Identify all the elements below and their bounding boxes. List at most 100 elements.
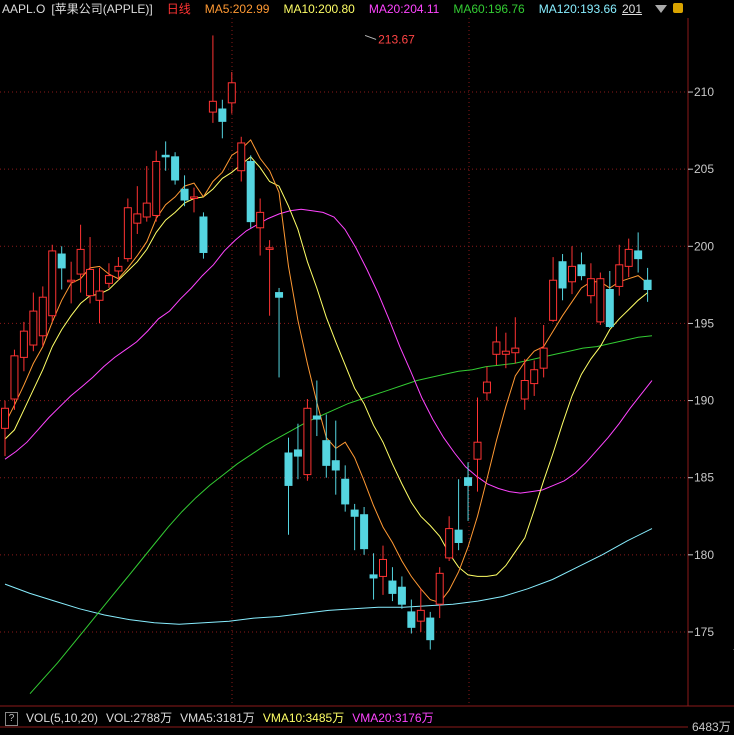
candle-63	[596, 272, 605, 325]
candle-body	[312, 415, 321, 420]
candle-18	[171, 152, 180, 185]
candle-body	[123, 207, 132, 260]
candle-body	[445, 528, 454, 559]
candle-body	[161, 154, 170, 158]
y-tick-label-205: 205	[694, 162, 714, 176]
price-annotations: 213.67173.86	[364, 32, 734, 651]
candle-body	[76, 248, 85, 275]
candle-body	[275, 292, 284, 298]
candle-body	[133, 213, 142, 224]
candle-50	[473, 397, 482, 492]
candle-54	[511, 317, 520, 364]
candle-body	[586, 278, 595, 297]
candle-body	[1, 407, 9, 429]
candle-41	[388, 567, 397, 602]
candle-27	[256, 198, 265, 256]
candle-10	[95, 267, 104, 324]
candle-body	[624, 248, 633, 267]
candle-body	[511, 347, 520, 354]
candle-body	[114, 265, 123, 272]
candle-14	[133, 186, 142, 234]
candle-body	[416, 609, 425, 622]
candle-57	[539, 324, 548, 378]
candle-body	[520, 380, 529, 400]
candle-body	[634, 250, 643, 260]
candle-48	[454, 479, 463, 551]
candle-body	[180, 188, 189, 201]
candle-39	[369, 553, 378, 600]
candle-30	[284, 437, 293, 535]
annotation-high-label: 213.67	[378, 32, 415, 46]
candle-40	[379, 545, 387, 595]
candle-32	[303, 399, 312, 481]
candle-35	[331, 420, 340, 495]
moving-average-lines	[4, 139, 653, 695]
candle-body	[152, 160, 161, 216]
candle-body	[95, 290, 104, 301]
candle-body	[643, 279, 652, 290]
candle-body	[388, 580, 397, 594]
candle-body	[237, 142, 246, 172]
candle-61	[577, 252, 586, 281]
candle-body	[208, 100, 217, 113]
candle-body	[577, 264, 586, 277]
candle-34	[322, 414, 331, 478]
candle-3	[29, 292, 38, 352]
candle-body	[265, 247, 274, 250]
candle-body	[256, 211, 265, 229]
y-axis-ticks: 175 180 185 190 195 200 205 210	[688, 85, 714, 639]
candle-62	[586, 263, 595, 304]
candle-body	[360, 514, 369, 550]
y-tick-label-190: 190	[694, 394, 714, 408]
candle-36	[341, 465, 350, 512]
y-tick-label-185: 185	[694, 471, 714, 485]
candle-37	[350, 503, 359, 551]
candle-53	[501, 332, 510, 369]
candle-body	[246, 160, 255, 223]
candle-body	[501, 350, 510, 355]
candle-body	[464, 477, 473, 486]
candle-67	[634, 232, 643, 273]
ma60-line	[29, 335, 653, 695]
ma10-line	[4, 156, 648, 577]
candle-body	[322, 440, 331, 466]
candle-21	[199, 212, 208, 259]
candle-11	[104, 263, 113, 288]
candle-body	[369, 574, 378, 579]
candle-body	[341, 478, 350, 505]
candle-body	[171, 156, 180, 181]
ma5-line	[4, 139, 648, 604]
candle-44	[416, 588, 425, 632]
candle-52	[492, 326, 501, 366]
candle-body	[86, 268, 95, 297]
candle-body	[549, 279, 558, 321]
volume-header: ? VOL(5,10,20) VOL:2788万 VMA5:3181万 VMA10:34…	[0, 709, 690, 727]
candle-45	[426, 611, 435, 650]
candle-51	[482, 366, 491, 401]
candle-body	[596, 278, 605, 323]
y-tick-label-175: 175	[694, 625, 714, 639]
candle-body	[38, 296, 47, 337]
candle-25	[237, 136, 246, 182]
candle-body	[67, 279, 76, 283]
candle-13	[123, 198, 132, 262]
candle-4	[38, 286, 47, 347]
candle-body	[284, 452, 293, 486]
volume-indicator-label[interactable]: VOL(5,10,20)	[26, 711, 98, 725]
candle-47	[445, 516, 454, 561]
candle-8	[76, 224, 85, 293]
candle-body	[48, 250, 57, 317]
candle-body	[435, 572, 444, 605]
help-icon[interactable]: ?	[5, 711, 18, 726]
candle-body	[454, 529, 463, 543]
annotation-high-pointer	[364, 34, 377, 40]
candle-body	[190, 196, 198, 199]
ma120-line	[4, 528, 653, 625]
y-tick-label-195: 195	[694, 316, 714, 330]
candle-64	[605, 270, 614, 329]
candle-body	[473, 441, 482, 460]
candle-31	[293, 423, 302, 480]
candle-68	[643, 267, 652, 302]
candle-body	[293, 449, 302, 457]
candle-28	[265, 240, 274, 316]
